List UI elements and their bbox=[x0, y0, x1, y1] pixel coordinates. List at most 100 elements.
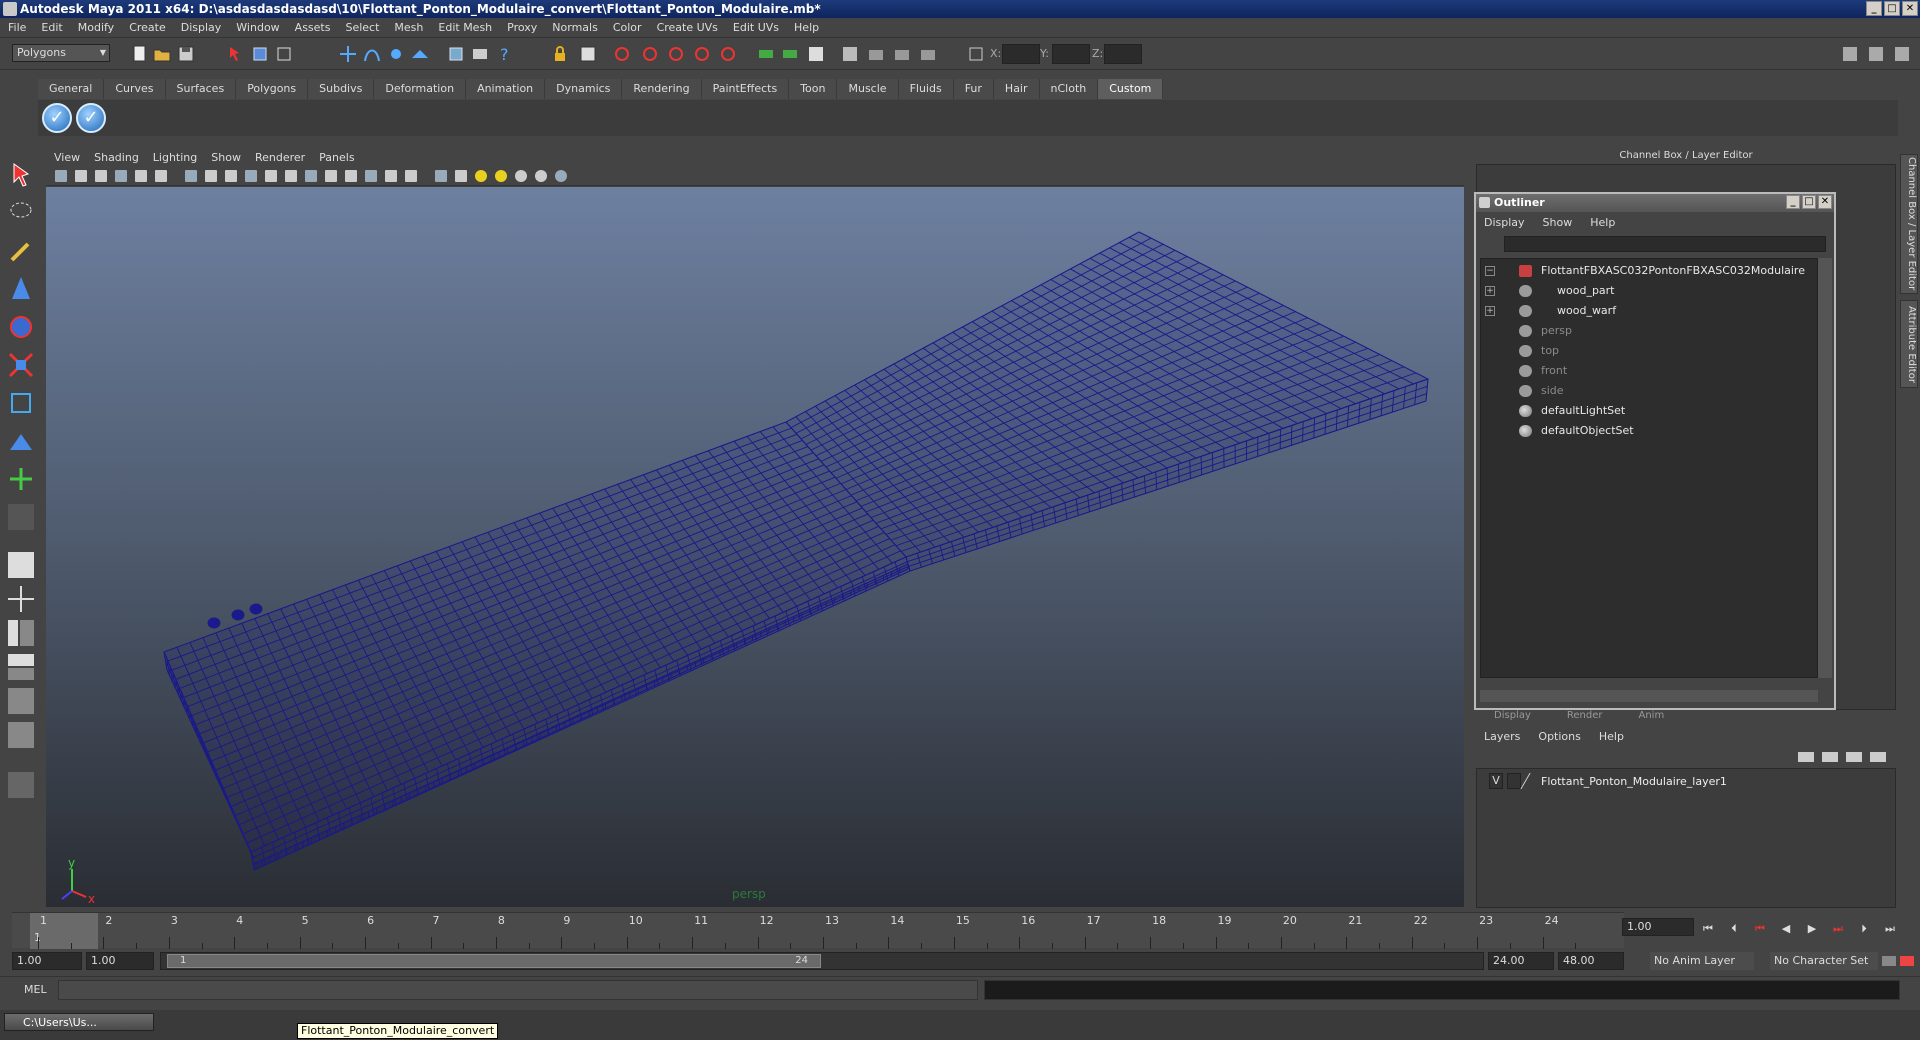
outliner-item-wood-warf[interactable]: + wood_warf bbox=[1481, 301, 1811, 321]
menu-set-dropdown[interactable]: Polygons bbox=[12, 44, 110, 62]
y-field[interactable] bbox=[1052, 44, 1090, 64]
safe-action-icon[interactable] bbox=[244, 169, 258, 183]
show-manipulator-icon[interactable] bbox=[6, 464, 36, 494]
single-pane-layout-icon[interactable] bbox=[6, 550, 36, 580]
isolate-select-icon[interactable] bbox=[404, 169, 418, 183]
transform-mode-icon[interactable] bbox=[966, 44, 986, 64]
menu-edit-uvs[interactable]: Edit UVs bbox=[733, 21, 779, 34]
menu-proxy[interactable]: Proxy bbox=[507, 21, 537, 34]
new-layer-icon[interactable] bbox=[1798, 752, 1814, 762]
menu-edit[interactable]: Edit bbox=[41, 21, 62, 34]
anim-preferences-icon[interactable] bbox=[1900, 956, 1914, 966]
panel-layout-icon[interactable] bbox=[806, 44, 826, 64]
batch-render-icon[interactable] bbox=[892, 44, 912, 64]
shelf-tab-surfaces[interactable]: Surfaces bbox=[165, 79, 237, 99]
open-scene-icon[interactable] bbox=[152, 44, 172, 64]
attribute-editor-tab[interactable]: Attribute Editor bbox=[1900, 300, 1918, 388]
light-linking-icon[interactable] bbox=[718, 44, 738, 64]
perspective-viewport[interactable]: y x persp bbox=[46, 187, 1464, 907]
step-back-key-icon[interactable]: ⏮ bbox=[1752, 922, 1768, 936]
manipulator-tool-icon[interactable] bbox=[6, 388, 36, 418]
outliner-item-front[interactable]: front bbox=[1481, 361, 1811, 381]
expand-toggle-icon[interactable]: + bbox=[1485, 306, 1495, 316]
expand-toggle-icon[interactable]: − bbox=[1485, 266, 1495, 276]
current-frame-field[interactable]: 1.00 bbox=[1622, 918, 1694, 936]
layer-menu-layers[interactable]: Layers bbox=[1484, 730, 1520, 743]
shaded-wireframe-icon[interactable] bbox=[304, 169, 318, 183]
show-channel-box-icon[interactable] bbox=[1892, 44, 1912, 64]
show-tool-settings-icon[interactable] bbox=[1866, 44, 1886, 64]
playback-end-field[interactable]: 24.00 bbox=[1488, 952, 1554, 970]
shelf-tab-rendering[interactable]: Rendering bbox=[622, 79, 702, 99]
outliner-item-flottantfbxasc032pontonfbxasc032modulaire[interactable]: − FlottantFBXASC032PontonFBXASC032Modulai… bbox=[1481, 261, 1811, 281]
outliner-item-wood-part[interactable]: + wood_part bbox=[1481, 281, 1811, 301]
outliner-item-persp[interactable]: persp bbox=[1481, 321, 1811, 341]
high-quality-icon[interactable] bbox=[384, 169, 398, 183]
new-empty-layer-icon[interactable] bbox=[1846, 752, 1862, 762]
shelf-tab-subdivs[interactable]: Subdivs bbox=[308, 79, 375, 99]
shelf-tab-painteffects[interactable]: PaintEffects bbox=[701, 79, 790, 99]
snap-to-point-icon[interactable] bbox=[386, 44, 406, 64]
lights-icon[interactable] bbox=[514, 169, 528, 183]
snap-to-grid-icon[interactable] bbox=[338, 44, 358, 64]
script-editor-layout-icon[interactable] bbox=[6, 720, 36, 750]
paint-select-tool-icon[interactable] bbox=[6, 236, 36, 266]
sphere-icon[interactable] bbox=[554, 169, 568, 183]
menu-mesh[interactable]: Mesh bbox=[394, 21, 423, 34]
viewport-menu-shading[interactable]: Shading bbox=[94, 151, 139, 164]
minimize-button[interactable]: _ bbox=[1866, 1, 1882, 16]
select-highlight-icon[interactable] bbox=[578, 44, 598, 64]
render-current-frame-icon[interactable] bbox=[470, 44, 490, 64]
playback-start-field[interactable]: 1.00 bbox=[86, 952, 154, 970]
shelf-tab-animation[interactable]: Animation bbox=[466, 79, 546, 99]
menu-assets[interactable]: Assets bbox=[295, 21, 331, 34]
menu-display[interactable]: Display bbox=[181, 21, 222, 34]
check-icon[interactable]: ✓ bbox=[42, 103, 72, 133]
layer-tab-render[interactable]: Render bbox=[1549, 710, 1621, 724]
render-settings-2-icon[interactable] bbox=[918, 44, 938, 64]
outliner-item-top[interactable]: top bbox=[1481, 341, 1811, 361]
outliner-menu-show[interactable]: Show bbox=[1543, 216, 1573, 229]
menu-edit-mesh[interactable]: Edit Mesh bbox=[438, 21, 492, 34]
shelf-tab-curves[interactable]: Curves bbox=[104, 79, 166, 99]
shelf-tab-hair[interactable]: Hair bbox=[993, 79, 1040, 99]
four-pane-layout-icon[interactable] bbox=[6, 584, 36, 614]
wireframe-icon[interactable] bbox=[264, 169, 278, 183]
camera-attributes-icon[interactable] bbox=[74, 169, 88, 183]
select-tool-icon[interactable] bbox=[6, 160, 36, 190]
select-by-component-icon[interactable] bbox=[274, 44, 294, 64]
field-chart-icon[interactable] bbox=[224, 169, 238, 183]
display-layer-row[interactable]: V Flottant_Ponton_Modulaire_layer1 bbox=[1483, 773, 1883, 791]
command-input[interactable] bbox=[58, 980, 978, 1000]
snap-to-view-plane-icon[interactable] bbox=[410, 44, 430, 64]
new-layer-selected-icon[interactable] bbox=[1822, 752, 1838, 762]
history-icon[interactable] bbox=[446, 44, 466, 64]
lock-icon[interactable] bbox=[550, 44, 570, 64]
viewport-menu-panels[interactable]: Panels bbox=[319, 151, 354, 164]
time-slider[interactable]: 1 12345678910111213141516171819202122232… bbox=[12, 912, 1624, 949]
layer-visibility-toggle[interactable]: V bbox=[1489, 773, 1503, 789]
xray-joints-icon[interactable] bbox=[454, 169, 468, 183]
show-attribute-editor-icon[interactable] bbox=[1840, 44, 1860, 64]
play-backwards-icon[interactable]: ◀ bbox=[1778, 922, 1794, 936]
last-tool-icon[interactable] bbox=[6, 502, 36, 532]
shelf-tab-custom[interactable]: Custom bbox=[1098, 79, 1164, 99]
relative-transform-icon[interactable] bbox=[780, 44, 800, 64]
custom-tool-icon[interactable] bbox=[6, 770, 36, 800]
outliner-close-button[interactable]: ✕ bbox=[1818, 195, 1832, 209]
shelf-tab-polygons[interactable]: Polygons bbox=[236, 79, 309, 99]
go-to-end-icon[interactable]: ⏭ bbox=[1882, 922, 1898, 936]
grid-icon[interactable] bbox=[134, 169, 148, 183]
viewport-menu-view[interactable]: View bbox=[54, 151, 80, 164]
minimized-window[interactable]: C:\Users\Us... bbox=[4, 1013, 154, 1031]
step-back-frame-icon[interactable]: ⏴ bbox=[1726, 922, 1742, 936]
command-language-label[interactable]: MEL bbox=[24, 983, 47, 996]
outliner-title-bar[interactable]: Outliner _ □ ✕ bbox=[1476, 194, 1834, 212]
x-field[interactable] bbox=[1002, 44, 1040, 64]
xray-icon[interactable] bbox=[434, 169, 448, 183]
menu-create[interactable]: Create bbox=[129, 21, 166, 34]
shelf-tab-general[interactable]: General bbox=[38, 79, 105, 99]
soft-mod-tool-icon[interactable] bbox=[6, 426, 36, 456]
render-settings-icon[interactable] bbox=[666, 44, 686, 64]
use-all-lights-icon[interactable] bbox=[344, 169, 358, 183]
